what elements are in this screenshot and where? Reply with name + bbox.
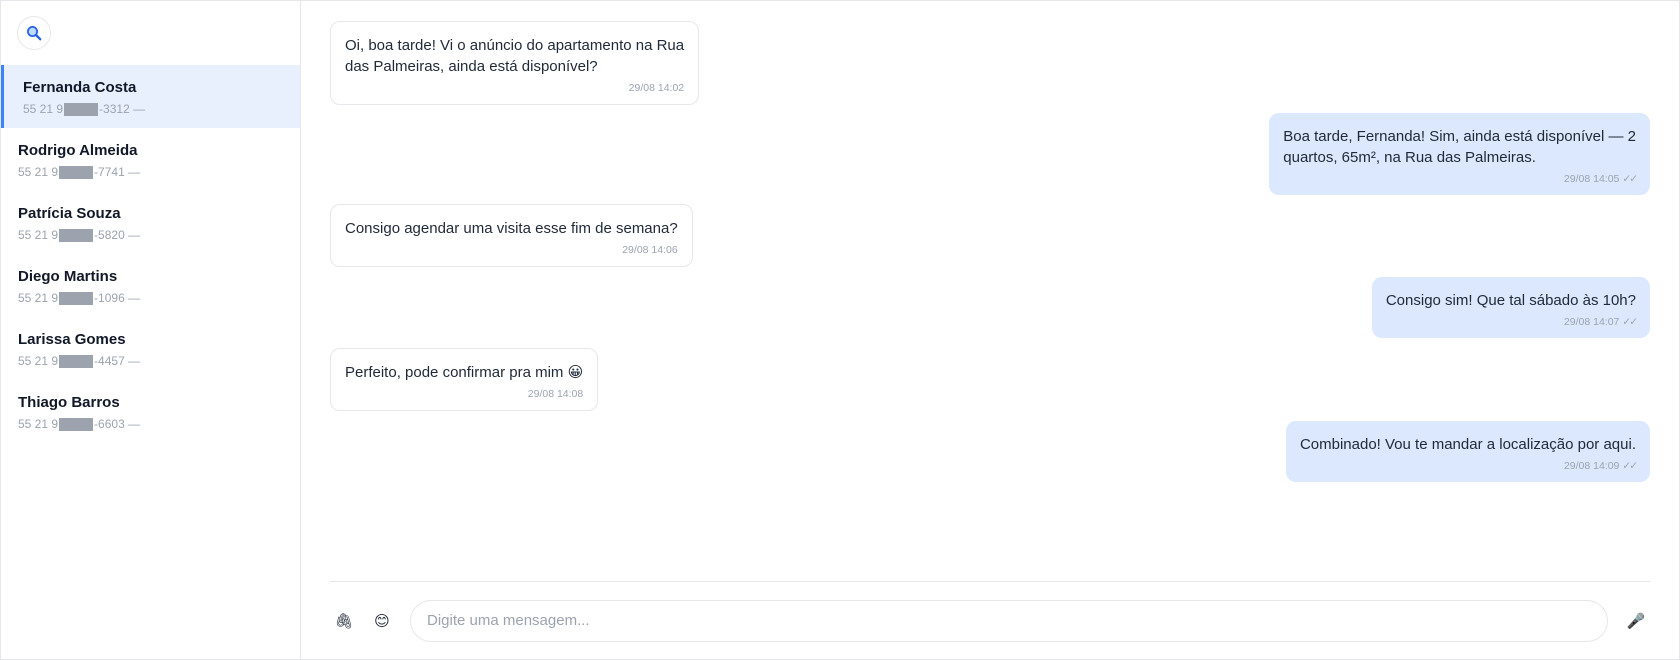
phone-mask bbox=[59, 417, 94, 431]
message-text-line: Consigo agendar uma visita esse fim de s… bbox=[345, 220, 678, 237]
message-text-line: quartos, 65m², na Rua das Palmeiras. bbox=[1283, 149, 1536, 166]
message-time: 29/08 14:09 bbox=[1563, 460, 1620, 472]
message-time: 29/08 14:06 bbox=[622, 244, 678, 256]
phone-suffix: -3312 — bbox=[99, 102, 146, 116]
phone-suffix: -4457 — bbox=[94, 354, 141, 368]
phone-prefix: 55 21 9 bbox=[18, 417, 59, 431]
message-time: 29/08 14:08 bbox=[527, 388, 584, 400]
contact-item-rodrigo-almeida[interactable]: Rodrigo Almeida 55 21 9 -7741 — bbox=[1, 128, 300, 191]
contact-item-patricia-souza[interactable]: Patrícia Souza 55 21 9 -5820 — bbox=[1, 191, 300, 254]
read-receipt-icon: ✓✓ bbox=[1622, 316, 1638, 328]
message-input[interactable] bbox=[410, 599, 1608, 642]
chat-app: Fernanda Costa 55 21 9 -3312 — Rodrigo Al… bbox=[0, 0, 1680, 660]
phone-mask bbox=[64, 102, 99, 116]
incoming-message: Consigo agendar uma visita esse fim de s… bbox=[330, 204, 693, 267]
read-receipt-icon: ✓✓ bbox=[1622, 460, 1638, 472]
phone-mask bbox=[59, 165, 94, 179]
phone-prefix: 55 21 9 bbox=[18, 165, 59, 179]
contact-phone: 55 21 9 -6603 — bbox=[18, 415, 300, 433]
voice-record-button[interactable]: 🎤 bbox=[1622, 607, 1650, 635]
contact-phone: 55 21 9 -7741 — bbox=[18, 163, 300, 181]
search-icon bbox=[27, 26, 42, 41]
message-meta: 29/08 14:09 ✓✓ bbox=[1300, 459, 1638, 473]
chat-pane: Oi, boa tarde! Vi o anúncio do apartamen… bbox=[301, 1, 1679, 659]
outgoing-message: Consigo sim! Que tal sábado às 10h? 29/0… bbox=[1371, 277, 1650, 338]
sidebar-header bbox=[1, 1, 300, 65]
phone-prefix: 55 21 9 bbox=[18, 354, 59, 368]
phone-mask bbox=[59, 228, 94, 242]
contact-phone: 55 21 9 -5820 — bbox=[18, 226, 300, 244]
message-list: Oi, boa tarde! Vi o anúncio do apartamen… bbox=[301, 1, 1679, 581]
phone-suffix: -1096 — bbox=[94, 291, 141, 305]
contact-item-thiago-barros[interactable]: Thiago Barros 55 21 9 -6603 — bbox=[1, 380, 300, 443]
microphone-icon: 🎤 bbox=[1626, 612, 1646, 630]
contact-item-diego-martins[interactable]: Diego Martins 55 21 9 -1096 — bbox=[1, 254, 300, 317]
contact-item-fernanda-costa[interactable]: Fernanda Costa 55 21 9 -3312 — bbox=[1, 65, 300, 128]
message-time: 29/08 14:07 bbox=[1563, 316, 1620, 328]
phone-prefix: 55 21 9 bbox=[18, 228, 59, 242]
message-meta: 29/08 14:07 ✓✓ bbox=[1386, 315, 1638, 329]
search-button[interactable] bbox=[17, 16, 51, 50]
message-composer: 🖇 😊 🎤 bbox=[330, 581, 1650, 659]
contact-name: Larissa Gomes bbox=[18, 331, 126, 348]
message-time: 29/08 14:05 bbox=[1563, 173, 1620, 185]
emoji-button[interactable]: 😊 bbox=[368, 607, 396, 635]
message-text-line: Boa tarde, Fernanda! Sim, ainda está dis… bbox=[1283, 128, 1636, 145]
contacts-sidebar: Fernanda Costa 55 21 9 -3312 — Rodrigo Al… bbox=[1, 1, 301, 659]
message-meta: 29/08 14:05 ✓✓ bbox=[1283, 172, 1638, 186]
message-text-line: Combinado! Vou te mandar a localização p… bbox=[1299, 436, 1636, 453]
contact-name: Thiago Barros bbox=[18, 394, 120, 411]
contact-name: Diego Martins bbox=[18, 268, 118, 285]
contact-phone: 55 21 9 -1096 — bbox=[18, 289, 300, 307]
incoming-message: Perfeito, pode confirmar pra mim 😀 29/08… bbox=[330, 348, 599, 411]
attach-button[interactable]: 🖇 bbox=[330, 607, 358, 635]
message-text-line: das Palmeiras, ainda está disponível? bbox=[345, 58, 598, 75]
contact-item-larissa-gomes[interactable]: Larissa Gomes 55 21 9 -4457 — bbox=[1, 317, 300, 380]
read-receipt-icon: ✓✓ bbox=[1622, 173, 1638, 185]
contact-name: Rodrigo Almeida bbox=[18, 142, 138, 159]
contact-name: Patrícia Souza bbox=[18, 205, 121, 222]
phone-suffix: -5820 — bbox=[94, 228, 141, 242]
incoming-message: Oi, boa tarde! Vi o anúncio do apartamen… bbox=[330, 21, 700, 105]
phone-prefix: 55 21 9 bbox=[18, 291, 59, 305]
phone-mask bbox=[59, 291, 94, 305]
message-text-line: Oi, boa tarde! Vi o anúncio do apartamen… bbox=[345, 37, 685, 54]
contact-list: Fernanda Costa 55 21 9 -3312 — Rodrigo Al… bbox=[1, 65, 300, 443]
message-text-line: Perfeito, pode confirmar pra mim 😀 bbox=[345, 364, 584, 381]
contact-name: Fernanda Costa bbox=[23, 79, 137, 96]
message-time: 29/08 14:02 bbox=[628, 82, 685, 94]
emoji-icon: 😊 bbox=[374, 612, 390, 630]
phone-prefix: 55 21 9 bbox=[23, 102, 64, 116]
phone-suffix: -7741 — bbox=[94, 165, 141, 179]
contact-phone: 55 21 9 -3312 — bbox=[23, 100, 300, 118]
outgoing-message: Boa tarde, Fernanda! Sim, ainda está dis… bbox=[1269, 113, 1650, 195]
message-text-line: Consigo sim! Que tal sábado às 10h? bbox=[1385, 292, 1636, 309]
phone-mask bbox=[59, 354, 94, 368]
phone-suffix: -6603 — bbox=[94, 417, 141, 431]
contact-phone: 55 21 9 -4457 — bbox=[18, 352, 300, 370]
paperclip-icon: 🖇 bbox=[334, 612, 354, 630]
outgoing-message: Combinado! Vou te mandar a localização p… bbox=[1285, 421, 1650, 482]
